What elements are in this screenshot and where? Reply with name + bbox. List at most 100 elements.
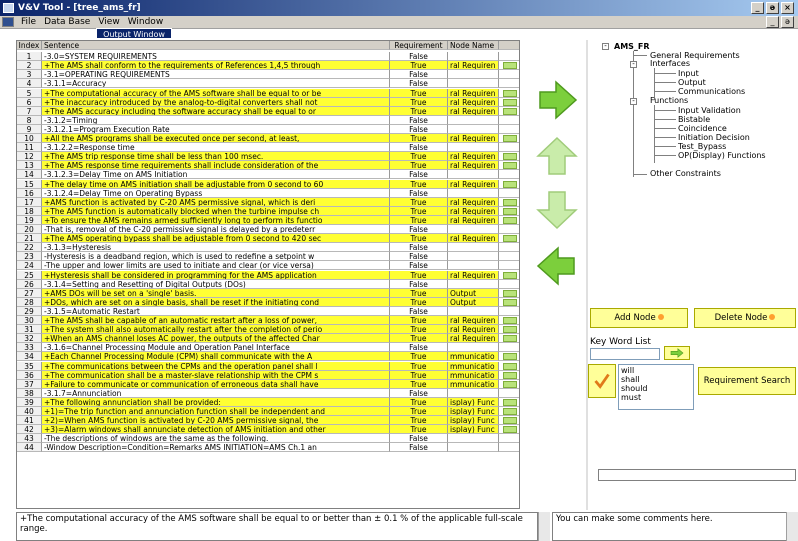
row-index[interactable]: 14 <box>17 170 42 180</box>
row-index[interactable]: 11 <box>17 143 42 153</box>
row-requirement[interactable]: False <box>390 52 448 62</box>
table-row[interactable]: 40 +1)=The trip function and annunciation… <box>17 407 519 417</box>
row-requirement[interactable]: False <box>390 143 448 153</box>
row-requirement[interactable]: False <box>390 188 448 198</box>
row-action[interactable] <box>499 216 519 225</box>
row-requirement[interactable]: True <box>390 215 448 225</box>
restore-button[interactable]: ǝ <box>766 2 779 14</box>
assign-arrow-icon[interactable] <box>502 235 517 243</box>
row-action[interactable] <box>499 79 519 89</box>
row-node-name[interactable] <box>448 306 499 316</box>
row-node-name[interactable]: ral Requiren <box>448 325 499 335</box>
row-action[interactable] <box>499 325 519 335</box>
row-node-name[interactable]: ral Requiren <box>448 88 499 98</box>
row-action[interactable] <box>499 371 519 380</box>
row-requirement[interactable]: True <box>390 316 448 326</box>
row-index[interactable]: 40 <box>17 407 42 417</box>
row-index[interactable]: 22 <box>17 243 42 253</box>
row-action[interactable] <box>499 398 519 407</box>
row-requirement[interactable]: False <box>390 243 448 253</box>
row-sentence[interactable]: +DOs, which are set on a single basis, s… <box>42 297 390 307</box>
row-action[interactable] <box>499 416 519 426</box>
row-action[interactable] <box>499 134 519 144</box>
row-node-name[interactable]: ral Requiren <box>448 134 499 144</box>
row-sentence[interactable]: +Failure to communicate or communication… <box>42 379 390 389</box>
row-requirement[interactable]: False <box>390 252 448 262</box>
row-action[interactable] <box>499 89 519 98</box>
key-word-item[interactable]: will <box>621 366 691 375</box>
table-row[interactable]: 22 -3.1.3=Hysteresis False <box>17 243 519 253</box>
row-node-name[interactable]: ral Requiren <box>448 215 499 225</box>
row-node-name[interactable]: ral Requiren <box>448 334 499 344</box>
assign-arrow-icon[interactable] <box>502 89 517 97</box>
assign-arrow-icon[interactable] <box>502 289 517 297</box>
row-action[interactable] <box>499 362 519 371</box>
row-index[interactable]: 30 <box>17 316 42 326</box>
row-requirement[interactable]: False <box>390 124 448 134</box>
assign-arrow-icon[interactable] <box>502 398 517 406</box>
row-sentence[interactable]: +Hysteresis shall be considered in progr… <box>42 270 390 280</box>
row-sentence[interactable]: -3.1.5=Automatic Restart <box>42 306 390 316</box>
row-requirement[interactable]: False <box>390 443 448 453</box>
row-requirement[interactable]: True <box>390 288 448 298</box>
row-action[interactable] <box>499 189 519 198</box>
table-row[interactable]: 4 -3.1.1=Accuracy False <box>17 79 519 89</box>
row-sentence[interactable]: +The AMS response time requirements shal… <box>42 161 390 171</box>
row-node-name[interactable]: isplay) Func <box>448 425 499 435</box>
row-sentence[interactable]: -3.1.2.4=Delay Time on Operating Bypass <box>42 188 390 198</box>
row-action[interactable] <box>499 389 519 398</box>
header-requirement[interactable]: Requirement <box>390 41 448 51</box>
add-node-button[interactable]: Add Node <box>590 308 688 328</box>
row-sentence[interactable]: +The AMS accuracy including the software… <box>42 106 390 116</box>
assign-arrow-icon[interactable] <box>502 216 517 224</box>
table-row[interactable]: 34 +Each Channel Processing Module (CPM) … <box>17 352 519 362</box>
table-row[interactable]: 26 -3.1.4=Setting and Resetting of Digita… <box>17 279 519 289</box>
row-index[interactable]: 8 <box>17 115 42 125</box>
row-node-name[interactable]: mmunicatio <box>448 370 499 380</box>
row-requirement[interactable]: True <box>390 270 448 280</box>
row-node-name[interactable]: isplay) Func <box>448 407 499 417</box>
row-node-name[interactable]: Output <box>448 297 499 307</box>
close-button[interactable]: × <box>781 2 794 14</box>
row-node-name[interactable] <box>448 52 499 62</box>
table-row[interactable]: 44 -Window Description=Condition=Remarks … <box>17 443 519 453</box>
row-sentence[interactable]: +The communications between the CPMs and… <box>42 361 390 371</box>
row-sentence[interactable]: +The AMS shall conform to the requiremen… <box>42 61 390 71</box>
row-sentence[interactable]: +The following annunciation shall be pro… <box>42 397 390 407</box>
row-index[interactable]: 17 <box>17 197 42 207</box>
tree-node-input[interactable]: Input <box>678 69 699 78</box>
row-sentence[interactable]: -3.1.2.3=Delay Time on AMS Initiation <box>42 170 390 180</box>
row-index[interactable]: 5 <box>17 88 42 98</box>
key-word-item[interactable]: must <box>621 393 691 402</box>
row-node-name[interactable]: ral Requiren <box>448 197 499 207</box>
assign-arrow-icon[interactable] <box>502 362 517 370</box>
sentence-detail-textbox[interactable]: +The computational accuracy of the AMS s… <box>16 512 538 541</box>
table-row[interactable]: 19 +To ensure the AMS remains armed suffi… <box>17 215 519 225</box>
row-node-name[interactable] <box>448 188 499 198</box>
row-index[interactable]: 6 <box>17 97 42 107</box>
row-action[interactable] <box>499 289 519 298</box>
row-index[interactable]: 1 <box>17 52 42 62</box>
row-requirement[interactable]: False <box>390 170 448 180</box>
collapse-icon[interactable]: - <box>602 43 609 50</box>
row-action[interactable] <box>499 271 519 280</box>
table-row[interactable]: 12 +The AMS trip response time shall be l… <box>17 152 519 162</box>
row-sentence[interactable]: +AMS DOs will be set on a 'single' basis… <box>42 288 390 298</box>
assign-arrow-icon[interactable] <box>502 135 517 142</box>
row-index[interactable]: 32 <box>17 334 42 344</box>
table-row[interactable]: 32 +When an AMS channel loses AC power, t… <box>17 334 519 344</box>
row-requirement[interactable]: False <box>390 388 448 398</box>
row-action[interactable] <box>499 98 519 107</box>
row-requirement[interactable]: True <box>390 425 448 435</box>
row-sentence[interactable]: -3.1=OPERATING REQUIREMENTS <box>42 70 390 80</box>
table-row[interactable]: 8 -3.1.2=Timing False <box>17 115 519 125</box>
row-node-name[interactable]: ral Requiren <box>448 161 499 171</box>
collapse-icon[interactable]: - <box>630 61 637 68</box>
row-requirement[interactable]: True <box>390 61 448 71</box>
menu-window[interactable]: Window <box>124 17 168 27</box>
row-node-name[interactable]: ral Requiren <box>448 106 499 116</box>
key-word-input[interactable] <box>590 348 660 360</box>
row-node-name[interactable] <box>448 243 499 253</box>
key-word-item[interactable]: shall <box>621 375 691 384</box>
row-node-name[interactable] <box>448 143 499 153</box>
